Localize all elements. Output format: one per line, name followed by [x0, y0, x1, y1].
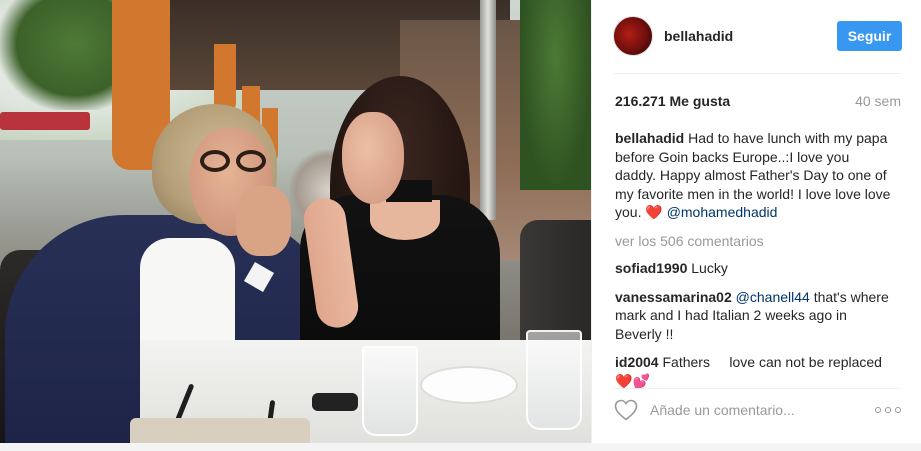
post-header: bellahadid Seguir [592, 0, 921, 72]
heart-emoji: ❤️ [615, 372, 633, 389]
photo-water-glass [362, 346, 418, 436]
post-timestamp[interactable]: 40 sem [855, 93, 901, 109]
caption-mention[interactable]: @mohamedhadid [667, 204, 778, 220]
add-comment-row [614, 394, 901, 426]
page-background [0, 443, 921, 451]
follow-button[interactable]: Seguir [837, 21, 902, 51]
instagram-post: bellahadid Seguir 216.271 Me gusta 40 se… [0, 0, 921, 443]
comment-item: sofiad1990 Lucky [615, 259, 893, 278]
comment-item: vanessamarina02 @chanell44 that's where … [615, 288, 893, 344]
post-sidebar: bellahadid Seguir 216.271 Me gusta 40 se… [591, 0, 921, 443]
photo-hedge [520, 0, 591, 190]
divider [614, 73, 901, 74]
comment-mention[interactable]: @chanell44 [736, 289, 810, 305]
photo-napkin [130, 418, 310, 443]
photo-heater [480, 0, 496, 220]
comments-list: bellahadid Had to have lunch with my pap… [615, 129, 893, 400]
post-photo[interactable] [0, 0, 591, 443]
photo-woman-face [342, 112, 404, 204]
more-options-icon[interactable] [875, 405, 901, 415]
likes-count[interactable]: 216.271 Me gusta [615, 93, 730, 109]
heart-outline-icon[interactable] [614, 399, 638, 421]
photo-water-glass [526, 330, 582, 430]
comment-username[interactable]: id2004 [615, 354, 659, 370]
heart-emoji: ❤️ [645, 204, 663, 220]
comment-item: id2004 Fathers love can not be replaced … [615, 353, 893, 390]
caption-username[interactable]: bellahadid [615, 130, 684, 146]
caption: bellahadid Had to have lunch with my pap… [615, 129, 893, 222]
add-comment-input[interactable] [650, 402, 875, 418]
likes-row: 216.271 Me gusta 40 sem [615, 93, 901, 109]
two-hearts-emoji: 💕 [632, 372, 650, 389]
comment-username[interactable]: sofiad1990 [615, 260, 687, 276]
divider [614, 388, 901, 389]
profile-avatar[interactable] [613, 16, 653, 56]
photo-plate [420, 366, 518, 404]
photo-glasses [200, 150, 230, 172]
author-username[interactable]: bellahadid [664, 28, 837, 44]
photo-car-keys [312, 393, 358, 411]
photo-woman-shoulder [370, 200, 440, 240]
comment-text: Lucky [691, 260, 728, 276]
photo-red-awning [0, 112, 90, 130]
photo-glasses [236, 150, 266, 172]
photo-man-hand [236, 186, 291, 256]
comment-text: Fathers love can not be replaced [662, 354, 882, 370]
view-all-comments-link[interactable]: ver los 506 comentarios [615, 232, 893, 251]
comment-username[interactable]: vanessamarina02 [615, 289, 732, 305]
